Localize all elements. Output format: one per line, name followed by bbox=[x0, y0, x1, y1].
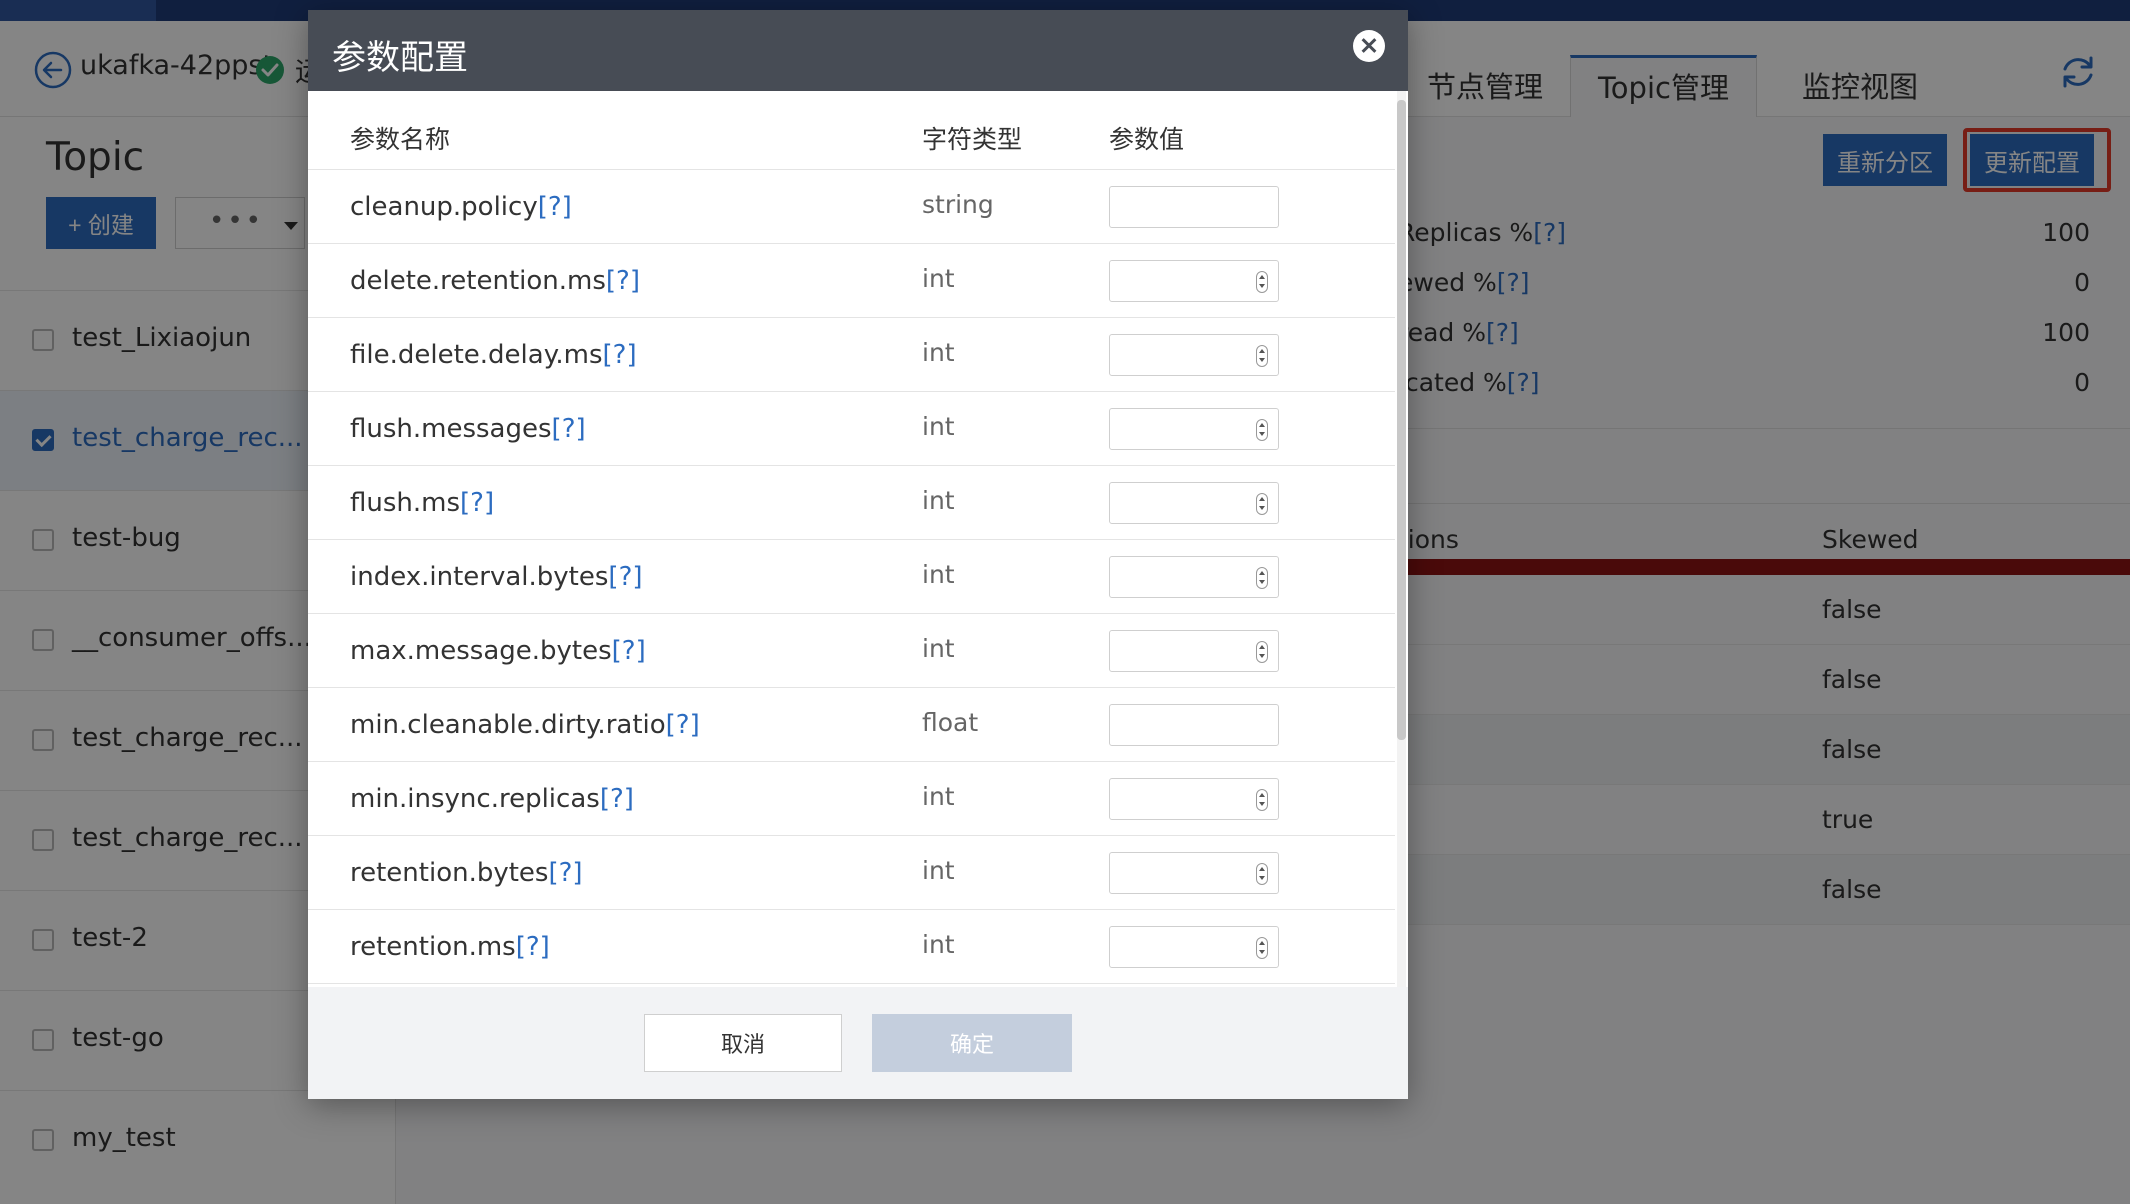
param-row: index.interval.bytes[?] int bbox=[308, 539, 1395, 613]
param-name-text: max.message.bytes bbox=[350, 636, 612, 666]
param-config-dialog: 参数配置 参数名称 字符类型 参数值 cleanup.policy[?] stri… bbox=[308, 10, 1408, 1099]
param-name-text: flush.ms bbox=[350, 488, 461, 518]
param-type: int bbox=[922, 782, 955, 811]
close-icon[interactable] bbox=[1353, 30, 1385, 62]
param-name: retention.bytes[?] bbox=[350, 858, 583, 888]
param-value-input[interactable] bbox=[1109, 778, 1279, 820]
param-type: int bbox=[922, 560, 955, 589]
number-spinner-icon[interactable] bbox=[1256, 419, 1268, 441]
cancel-button[interactable]: 取消 bbox=[644, 1014, 842, 1072]
param-value-input[interactable] bbox=[1109, 482, 1279, 524]
param-row: retention.bytes[?] int bbox=[308, 835, 1395, 909]
param-type: float bbox=[922, 708, 979, 737]
param-type: int bbox=[922, 412, 955, 441]
number-spinner-icon[interactable] bbox=[1256, 345, 1268, 367]
param-type: int bbox=[922, 338, 955, 367]
number-spinner-icon[interactable] bbox=[1256, 271, 1268, 293]
param-name: min.insync.replicas[?] bbox=[350, 784, 634, 814]
confirm-button[interactable]: 确定 bbox=[872, 1014, 1072, 1072]
help-link[interactable]: [?] bbox=[666, 710, 700, 740]
help-link[interactable]: [?] bbox=[516, 932, 550, 962]
param-row: flush.ms[?] int bbox=[308, 465, 1395, 539]
param-name-header: 参数名称 bbox=[350, 125, 451, 154]
param-name: max.message.bytes[?] bbox=[350, 636, 646, 666]
param-row: delete.retention.ms[?] int bbox=[308, 243, 1395, 317]
param-name: flush.messages[?] bbox=[350, 414, 586, 444]
param-name-text: retention.ms bbox=[350, 932, 516, 962]
param-type: int bbox=[922, 264, 955, 293]
param-type: int bbox=[922, 930, 955, 959]
param-type: int bbox=[922, 486, 955, 515]
dialog-title: 参数配置 bbox=[332, 38, 468, 78]
help-link[interactable]: [?] bbox=[608, 562, 642, 592]
help-link[interactable]: [?] bbox=[552, 414, 586, 444]
param-type: string bbox=[922, 190, 994, 219]
param-name-text: min.insync.replicas bbox=[350, 784, 600, 814]
dialog-header: 参数配置 bbox=[308, 10, 1408, 91]
number-spinner-icon[interactable] bbox=[1256, 641, 1268, 663]
dialog-footer bbox=[308, 987, 1408, 1099]
help-link[interactable]: [?] bbox=[603, 340, 637, 370]
number-spinner-icon[interactable] bbox=[1256, 789, 1268, 811]
number-spinner-icon[interactable] bbox=[1256, 863, 1268, 885]
param-row: cleanup.policy[?] string bbox=[308, 169, 1395, 243]
number-spinner-icon[interactable] bbox=[1256, 567, 1268, 589]
param-type: int bbox=[922, 856, 955, 885]
param-row: file.delete.delay.ms[?] int bbox=[308, 317, 1395, 391]
param-value-input[interactable] bbox=[1109, 852, 1279, 894]
param-value-input[interactable] bbox=[1109, 334, 1279, 376]
param-row: retention.ms[?] int bbox=[308, 909, 1395, 983]
param-name-text: cleanup.policy bbox=[350, 192, 538, 222]
param-name-text: index.interval.bytes bbox=[350, 562, 609, 592]
param-value-input[interactable] bbox=[1109, 630, 1279, 672]
param-value-input[interactable] bbox=[1109, 260, 1279, 302]
param-value-input[interactable] bbox=[1109, 408, 1279, 450]
param-table: 参数名称 字符类型 参数值 cleanup.policy[?] string del… bbox=[308, 91, 1395, 995]
param-name-text: min.cleanable.dirty.ratio bbox=[350, 710, 666, 740]
help-link[interactable]: [?] bbox=[600, 784, 634, 814]
param-type: int bbox=[922, 634, 955, 663]
param-type-header: 字符类型 bbox=[922, 125, 1023, 154]
param-value-input[interactable] bbox=[1109, 926, 1279, 968]
param-name: retention.ms[?] bbox=[350, 932, 550, 962]
help-link[interactable]: [?] bbox=[538, 192, 572, 222]
help-link[interactable]: [?] bbox=[548, 858, 582, 888]
param-name: file.delete.delay.ms[?] bbox=[350, 340, 637, 370]
help-link[interactable]: [?] bbox=[612, 636, 646, 666]
param-name: flush.ms[?] bbox=[350, 488, 494, 518]
param-row: flush.messages[?] int bbox=[308, 391, 1395, 465]
param-row: min.cleanable.dirty.ratio[?] float bbox=[308, 687, 1395, 761]
param-name-text: delete.retention.ms bbox=[350, 266, 606, 296]
param-name-text: file.delete.delay.ms bbox=[350, 340, 603, 370]
help-link[interactable]: [?] bbox=[606, 266, 640, 296]
param-value-input[interactable] bbox=[1109, 556, 1279, 598]
param-value-input[interactable] bbox=[1109, 704, 1279, 746]
param-name: cleanup.policy[?] bbox=[350, 192, 572, 222]
param-name: delete.retention.ms[?] bbox=[350, 266, 640, 296]
number-spinner-icon[interactable] bbox=[1256, 937, 1268, 959]
param-row: min.insync.replicas[?] int bbox=[308, 761, 1395, 835]
dialog-scrollbar-thumb[interactable] bbox=[1397, 100, 1406, 740]
param-value-input[interactable] bbox=[1109, 186, 1279, 228]
param-row: max.message.bytes[?] int bbox=[308, 613, 1395, 687]
param-value-header: 参数值 bbox=[1109, 125, 1185, 154]
help-link[interactable]: [?] bbox=[460, 488, 494, 518]
param-name: index.interval.bytes[?] bbox=[350, 562, 643, 592]
param-name-text: retention.bytes bbox=[350, 858, 549, 888]
param-name-text: flush.messages bbox=[350, 414, 552, 444]
param-name: min.cleanable.dirty.ratio[?] bbox=[350, 710, 700, 740]
number-spinner-icon[interactable] bbox=[1256, 493, 1268, 515]
